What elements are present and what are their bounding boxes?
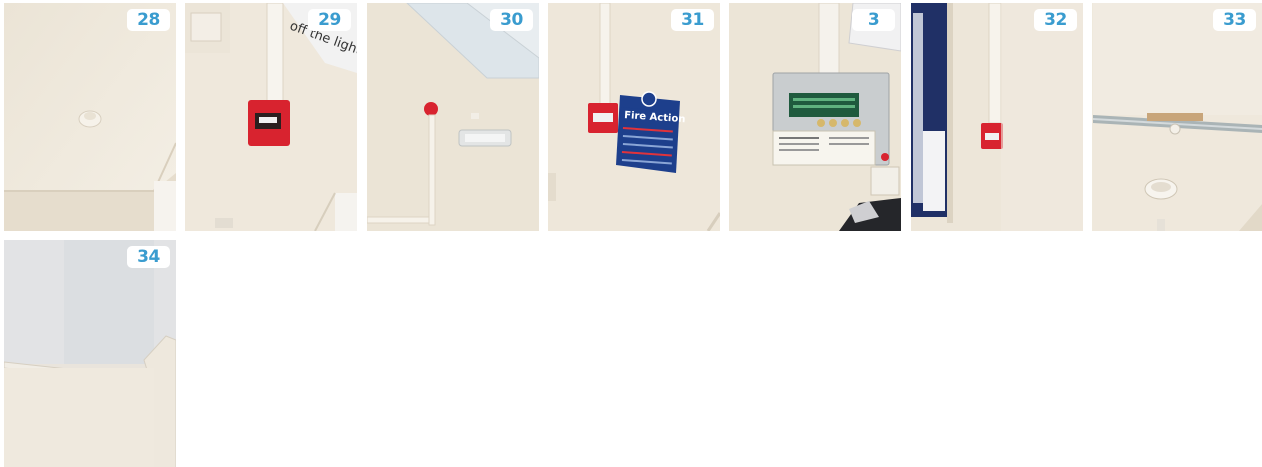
photo-tile-32[interactable]: 32	[911, 3, 1083, 231]
photo-call-point: off the lights	[185, 3, 357, 231]
photo-alarm-sounder	[367, 3, 539, 231]
photo-tile-3[interactable]: 3	[729, 3, 901, 231]
photo-tile-29[interactable]: off the lights 29	[185, 3, 357, 231]
photo-number-badge: 28	[127, 9, 170, 31]
photo-alarm-sounder-ceiling	[4, 240, 176, 467]
photo-number-badge: 32	[1034, 9, 1077, 31]
photo-tile-28[interactable]: 28	[4, 3, 176, 231]
photo-number-badge: 34	[127, 246, 170, 268]
photo-number-badge: 29	[308, 9, 351, 31]
photo-number-badge: 3	[852, 9, 895, 31]
photo-tile-34[interactable]: 34	[4, 240, 176, 467]
photo-ceiling-detectors	[1093, 3, 1262, 231]
photo-tile-31[interactable]: Fire Action 31	[548, 3, 720, 231]
photo-alarm-panel	[729, 3, 901, 231]
photo-call-point-board	[911, 3, 1083, 231]
photo-number-badge: 33	[1213, 9, 1256, 31]
photo-gallery: 28 off the lights 29 30 Fire Action 31 3…	[0, 0, 1262, 467]
photo-tile-30[interactable]: 30	[367, 3, 539, 231]
photo-call-point-notice: Fire Action	[548, 3, 720, 231]
photo-tile-33[interactable]: 33	[1092, 3, 1262, 231]
photo-number-badge: 30	[490, 9, 533, 31]
photo-number-badge: 31	[671, 9, 714, 31]
photo-smoke-detector	[4, 3, 176, 231]
